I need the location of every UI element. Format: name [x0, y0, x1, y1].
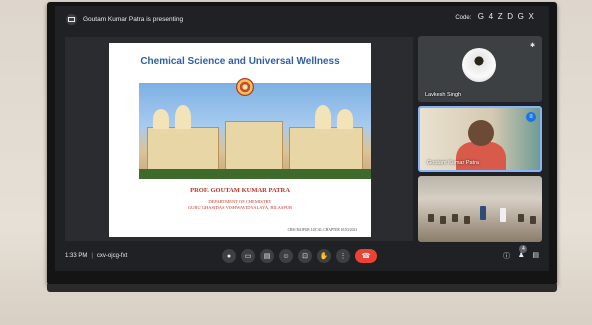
standing-person: [480, 206, 486, 220]
building-left-wing: [147, 127, 219, 171]
info-icon[interactable]: ⓘ: [503, 251, 510, 261]
avatar: [462, 48, 496, 82]
raise-hand-icon[interactable]: ✋: [317, 249, 331, 263]
meet-window: Goutam Kumar Patra is presenting Code: G…: [55, 6, 549, 271]
emoji-icon[interactable]: ☺: [279, 249, 293, 263]
slide-title: Chemical Science and Universal Wellness: [140, 56, 340, 67]
captions-icon[interactable]: ▤: [260, 249, 274, 263]
university-emblem-icon: [236, 78, 254, 96]
speaking-icon: ≡: [526, 112, 536, 122]
building-dome: [153, 109, 169, 129]
meeting-code-display: Code: G 4 Z D G X: [455, 12, 535, 21]
presenting-text: Goutam Kumar Patra is presenting: [83, 15, 184, 23]
building-right-wing: [289, 127, 363, 171]
people-icon[interactable]: ♟ 4: [518, 245, 528, 261]
participant-tile-room[interactable]: [418, 176, 542, 242]
people-count-badge: 4: [519, 245, 528, 253]
top-bar: Goutam Kumar Patra is presenting Code: G…: [55, 6, 549, 32]
tv-stand: [47, 284, 557, 292]
present-icon[interactable]: ⊡: [298, 249, 312, 263]
university-building-photo: [139, 83, 371, 179]
slide-presenter-name: PROF. GOUTAM KUMAR PATRA: [190, 187, 290, 194]
hedge: [139, 169, 371, 179]
bottom-bar: 1:33 PM | cxv-ojcg-fxt ● ▭ ▤ ☺ ⊡ ✋ ⋮ ☎ ⓘ ♟…: [55, 244, 549, 271]
audience-seat: [518, 214, 524, 222]
building-dome: [315, 105, 331, 129]
audience-seat: [464, 216, 470, 224]
separator: |: [91, 253, 93, 259]
shared-slide: Chemical Science and Universal Wellness …: [109, 43, 371, 237]
building-dome: [337, 109, 353, 129]
participant-video-head: [468, 120, 494, 146]
present-screen-icon: [66, 13, 77, 25]
audience-seat: [452, 214, 458, 222]
participant-name: Goutam Kumar Patra: [427, 160, 479, 166]
end-call-icon[interactable]: ☎: [355, 249, 377, 263]
audience-seat: [440, 216, 446, 224]
standing-person: [500, 208, 506, 222]
clock-time: 1:33 PM: [65, 253, 88, 259]
meeting-code: cxv-ojcg-fxt: [96, 253, 128, 259]
chat-icon[interactable]: ▤: [532, 251, 539, 261]
mic-icon[interactable]: ●: [222, 249, 236, 263]
building-gate: [225, 121, 283, 171]
building-dome: [175, 105, 191, 129]
slide-university: GURU GHASIDAS VISHWAVIDYALAYA, BILASPUR: [187, 205, 293, 210]
code-value: G 4 Z D G X: [477, 12, 535, 21]
slide-footer: CRSI RAIPUR LOCAL CHAPTER 10/03/2023: [287, 228, 357, 232]
participant-tile[interactable]: ✱ Lavkesh Singh: [418, 36, 542, 102]
audience-seat: [530, 216, 536, 224]
side-panel-controls: ⓘ ♟ 4 ▤: [503, 245, 539, 261]
call-controls: ● ▭ ▤ ☺ ⊡ ✋ ⋮ ☎: [222, 249, 377, 263]
audience-seat: [428, 214, 434, 222]
camera-icon[interactable]: ▭: [241, 249, 255, 263]
code-label: Code:: [455, 15, 472, 21]
participant-name: Lavkesh Singh: [425, 92, 462, 98]
participant-tile-active-speaker[interactable]: ≡ Goutam Kumar Patra: [418, 106, 542, 172]
pin-icon[interactable]: ✱: [530, 42, 535, 49]
presenting-banner[interactable]: Goutam Kumar Patra is presenting: [66, 11, 183, 27]
more-icon[interactable]: ⋮: [336, 249, 350, 263]
slide-affiliation: DEPARTMENT OF CHEMISTRY GURU GHASIDAS VI…: [109, 199, 371, 211]
meeting-details: 1:33 PM | cxv-ojcg-fxt: [65, 253, 127, 259]
